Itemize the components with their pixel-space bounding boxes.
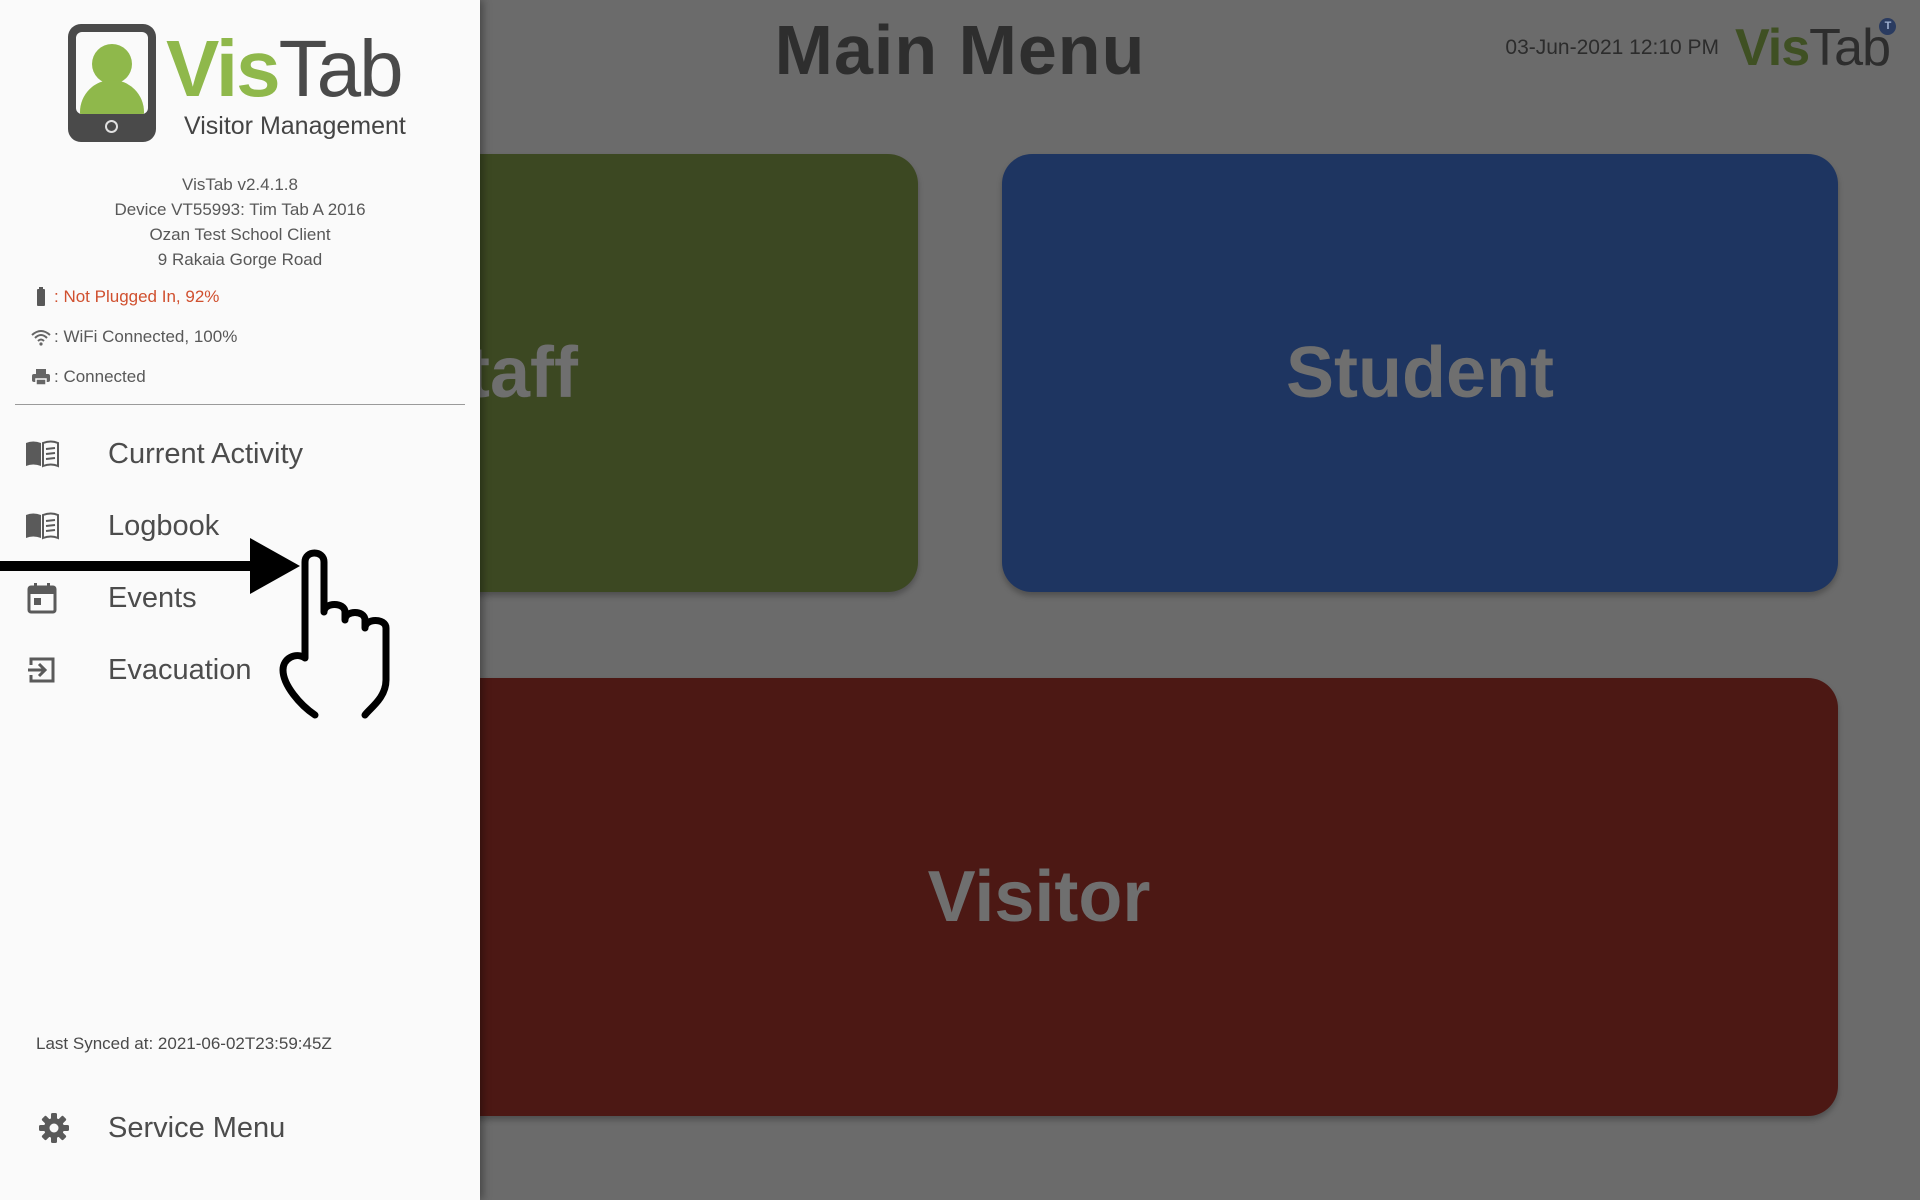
visitor-tile[interactable]: Visitor	[300, 678, 1838, 1116]
battery-icon	[30, 286, 52, 308]
battery-status-text: : Not Plugged In, 92%	[54, 287, 220, 306]
vistab-logo: VisTab Visitor Management	[68, 22, 428, 148]
swipe-hint-annotation	[0, 538, 390, 719]
battery-status: : Not Plugged In, 92%	[30, 286, 219, 308]
staff-tile-label: taff	[466, 333, 578, 413]
wifi-status-text: : WiFi Connected, 100%	[54, 327, 238, 346]
printer-status-text: : Connected	[54, 367, 146, 386]
last-synced: Last Synced at: 2021-06-02T23:59:45Z	[36, 1034, 332, 1053]
drawer-divider	[15, 404, 465, 405]
logo-wordmark: VisTab	[166, 28, 404, 110]
student-tile[interactable]: Student	[1002, 154, 1838, 592]
visitor-tile-label: Visitor	[927, 857, 1151, 937]
wifi-status: : WiFi Connected, 100%	[30, 326, 237, 348]
app-version: VisTab v2.4.1.8	[182, 175, 298, 194]
menu-item-service-menu[interactable]: Service Menu	[0, 1098, 480, 1158]
header-right: 03-Jun-2021 12:10 PM VisTab T	[1505, 18, 1896, 77]
device-name: Device VT55993: Tim Tab A 2016	[114, 200, 366, 219]
header-logo-vis: Vis	[1735, 19, 1810, 77]
device-info: VisTab v2.4.1.8 Device VT55993: Tim Tab …	[0, 172, 480, 272]
header-logo-tab: Tab	[1809, 19, 1891, 77]
datetime: 03-Jun-2021 12:10 PM	[1505, 36, 1720, 59]
tablet-logo-icon	[68, 24, 156, 142]
page-title: Main Menu	[774, 11, 1146, 89]
student-tile-label: Student	[1286, 333, 1554, 413]
vistab-header-logo: VisTab T	[1735, 18, 1896, 77]
logo-tab: Tab	[278, 24, 404, 113]
menu-item-label: Service Menu	[108, 1111, 286, 1144]
menu-item-current-activity[interactable]: Current Activity	[0, 424, 480, 484]
trademark-badge: T	[1879, 18, 1896, 35]
client-name: Ozan Test School Client	[149, 225, 331, 244]
gear-icon	[34, 1108, 74, 1148]
logo-vis: Vis	[166, 24, 281, 113]
arrow-right-icon	[0, 538, 300, 594]
menu-item-label: Current Activity	[108, 437, 303, 470]
wifi-icon	[30, 326, 52, 348]
logo-subtitle: Visitor Management	[184, 112, 406, 140]
printer-status: : Connected	[30, 366, 146, 388]
printer-icon	[30, 366, 52, 388]
book-icon	[22, 434, 62, 474]
client-address: 9 Rakaia Gorge Road	[157, 250, 323, 269]
pointing-hand-icon	[279, 549, 390, 719]
